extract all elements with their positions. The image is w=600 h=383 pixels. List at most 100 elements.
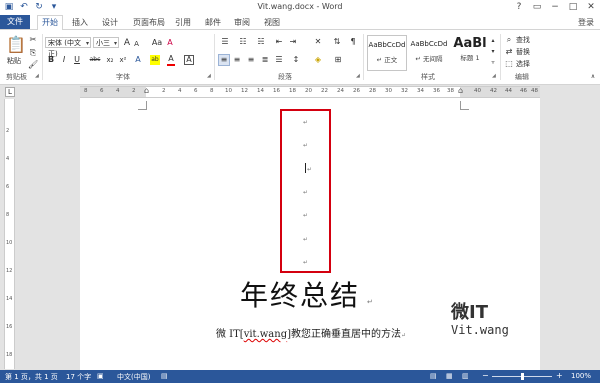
align-right-icon[interactable]: ≡: [246, 55, 256, 65]
numbering-icon[interactable]: ☷: [236, 37, 250, 47]
shading-icon[interactable]: ◈: [312, 55, 324, 65]
show-marks-icon[interactable]: ¶: [348, 37, 358, 47]
char-border-button[interactable]: A: [184, 55, 194, 65]
web-layout-icon[interactable]: ▥: [462, 372, 469, 380]
print-layout-icon[interactable]: ▦: [446, 372, 453, 380]
select-button[interactable]: 选择: [516, 59, 530, 69]
font-name-select[interactable]: 宋体 (中文正) ▾: [45, 37, 91, 58]
help-icon[interactable]: ?: [510, 0, 528, 15]
horizontal-ruler[interactable]: 8 6 4 2 ⌂ 2 4 6 8 10 12 14 16 18 20 22 2…: [80, 86, 540, 98]
align-center-icon[interactable]: ≡: [232, 55, 242, 65]
document-subtitle[interactable]: 微 IT[vit.wang]教您正确垂直居中的方法↵: [216, 325, 406, 340]
minimize-icon[interactable]: −: [546, 0, 564, 15]
text-effects-icon[interactable]: A: [134, 55, 142, 65]
ruler-number: 14: [257, 88, 264, 94]
font-size-select[interactable]: 小三 ▾: [93, 37, 119, 48]
ruler-number: 14: [6, 296, 13, 302]
ruler-number: 38: [447, 88, 454, 94]
styles-scroll-up-icon[interactable]: ▴: [490, 36, 496, 46]
ruler-number: 12: [241, 88, 248, 94]
ruler-number: 32: [401, 88, 408, 94]
editing-group-label: 编辑: [515, 73, 529, 81]
find-button[interactable]: 查找: [516, 35, 530, 45]
maximize-icon[interactable]: □: [564, 0, 582, 15]
tab-file[interactable]: 文件: [0, 15, 30, 29]
document-title[interactable]: 年终总结: [240, 274, 360, 314]
tab-page-layout[interactable]: 页面布局: [133, 17, 165, 28]
font-launcher-icon[interactable]: ◢: [207, 73, 211, 79]
page-count[interactable]: 第 1 页，共 1 页: [5, 372, 58, 382]
grow-font-icon[interactable]: A: [123, 38, 131, 48]
line-spacing-icon[interactable]: ↕: [290, 55, 302, 65]
ruler-number: 48: [531, 88, 538, 94]
ruler-number: 2: [162, 88, 166, 94]
word-count[interactable]: 17 个字: [66, 372, 91, 382]
styles-scroll-down-icon[interactable]: ▾: [490, 47, 496, 57]
chinese-layout-icon[interactable]: ✕: [312, 37, 324, 47]
tab-view[interactable]: 视图: [264, 17, 280, 28]
align-left-icon[interactable]: ≡: [218, 54, 230, 66]
distributed-icon[interactable]: ☰: [274, 55, 284, 65]
tab-design[interactable]: 设计: [102, 17, 118, 28]
bold-button[interactable]: B: [47, 55, 55, 65]
clear-format-icon[interactable]: A: [166, 38, 174, 48]
copy-icon[interactable]: ⎘: [28, 48, 38, 58]
ruler-number: 4: [178, 88, 182, 94]
tab-review[interactable]: 审阅: [234, 17, 250, 28]
zoom-in-button[interactable]: +: [556, 371, 563, 380]
strikethrough-button[interactable]: abc: [88, 55, 102, 65]
underline-button[interactable]: U: [73, 55, 81, 65]
styles-launcher-icon[interactable]: ◢: [492, 73, 496, 79]
language-indicator[interactable]: 中文(中国): [117, 372, 150, 382]
subscript-button[interactable]: x₂: [105, 55, 115, 65]
zoom-level[interactable]: 100%: [571, 372, 591, 380]
tab-mailings[interactable]: 邮件: [205, 17, 221, 28]
styles-more-icon[interactable]: ▿: [490, 58, 496, 68]
style-no-spacing[interactable]: AaBbCcDd ↵ 无间隔: [409, 35, 449, 71]
increase-indent-icon[interactable]: ⇥: [288, 37, 298, 47]
style-normal[interactable]: AaBbCcDd ↵ 正文: [367, 35, 407, 71]
format-painter-icon[interactable]: 🖌: [28, 60, 38, 70]
tab-selector[interactable]: L: [5, 87, 15, 97]
ribbon-display-icon[interactable]: ▭: [528, 0, 546, 15]
close-icon[interactable]: ✕: [582, 0, 600, 15]
borders-icon[interactable]: ⊞: [332, 55, 344, 65]
right-indent-marker[interactable]: ⌂: [458, 86, 463, 95]
tab-references[interactable]: 引用: [175, 17, 191, 28]
zoom-out-button[interactable]: −: [482, 371, 489, 380]
bullets-icon[interactable]: ☰: [218, 37, 232, 47]
italic-button[interactable]: I: [60, 55, 68, 65]
cut-icon[interactable]: ✂: [28, 35, 38, 45]
replace-button[interactable]: 替换: [516, 47, 530, 57]
macro-record-icon[interactable]: ▤: [161, 372, 168, 380]
ruler-number: 8: [6, 212, 10, 218]
justify-icon[interactable]: ≣: [260, 55, 270, 65]
read-mode-icon[interactable]: ▤: [430, 372, 437, 380]
style-preview: AaBbCcDd: [368, 41, 406, 49]
superscript-button[interactable]: x²: [118, 55, 128, 65]
zoom-slider-thumb[interactable]: [520, 373, 524, 380]
clipboard-launcher-icon[interactable]: ◢: [35, 73, 39, 79]
replace-icon: ⇄: [505, 47, 513, 56]
font-color-button[interactable]: A: [167, 54, 175, 66]
paste-button[interactable]: 粘贴: [7, 56, 21, 66]
style-name: 标题 1: [460, 54, 480, 62]
tab-insert[interactable]: 插入: [72, 17, 88, 28]
paste-icon[interactable]: 📋: [6, 36, 26, 54]
paragraph-launcher-icon[interactable]: ◢: [356, 73, 360, 79]
multilevel-list-icon[interactable]: ☵: [254, 37, 268, 47]
first-line-indent-marker[interactable]: ⌂: [144, 86, 149, 95]
sort-icon[interactable]: ⇅: [332, 37, 342, 47]
sign-in-link[interactable]: 登录: [578, 17, 594, 28]
shrink-font-icon[interactable]: A: [133, 39, 140, 49]
style-heading-1[interactable]: AaBl 标题 1: [451, 35, 489, 71]
collapse-ribbon-icon[interactable]: ∧: [589, 72, 597, 82]
subtitle-text: ]教您正确垂直居中的方法: [287, 329, 402, 340]
change-case-icon[interactable]: Aa: [151, 38, 163, 48]
decrease-indent-icon[interactable]: ⇤: [274, 37, 284, 47]
tab-home[interactable]: 开始: [37, 15, 63, 31]
highlight-button[interactable]: ab: [150, 55, 160, 65]
proofing-icon[interactable]: ▣: [97, 372, 104, 380]
vertical-ruler[interactable]: 2 4 6 8 10 12 14 16 18: [4, 99, 15, 369]
ruler-number: 30: [385, 88, 392, 94]
